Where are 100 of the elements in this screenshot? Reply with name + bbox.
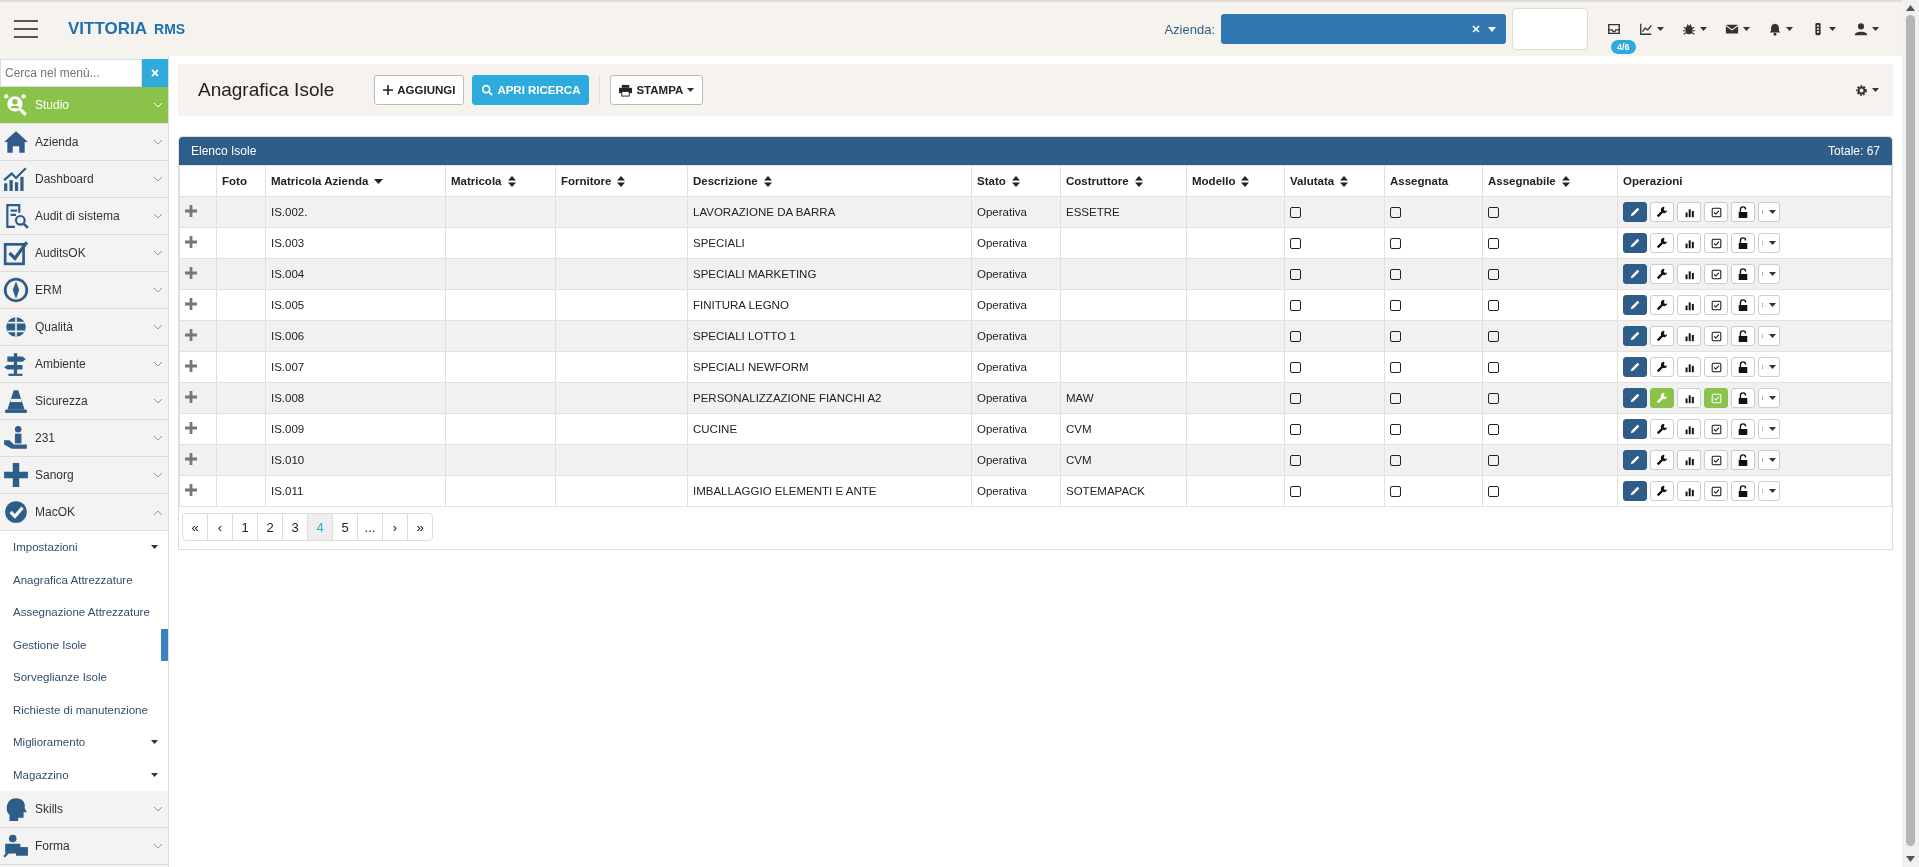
submenu-item[interactable]: Richieste di manutenzione: [0, 693, 168, 726]
more-menu[interactable]: [1758, 357, 1780, 377]
page-link[interactable]: 2: [257, 513, 283, 541]
checklist-button[interactable]: [1704, 233, 1728, 253]
edit-button[interactable]: [1623, 388, 1647, 408]
more-menu[interactable]: [1758, 419, 1780, 439]
edit-button[interactable]: [1623, 357, 1647, 377]
checkbox[interactable]: [1488, 269, 1499, 281]
checklist-button[interactable]: [1704, 326, 1728, 346]
unlock-button[interactable]: [1731, 326, 1755, 346]
more-menu[interactable]: [1758, 388, 1780, 408]
bell-menu[interactable]: [1768, 22, 1793, 36]
page-link[interactable]: 3: [282, 513, 308, 541]
checklist-button[interactable]: [1704, 202, 1728, 222]
checkbox[interactable]: [1390, 486, 1401, 498]
unlock-button[interactable]: [1731, 233, 1755, 253]
stats-button[interactable]: [1677, 326, 1701, 346]
checklist-button[interactable]: [1704, 357, 1728, 377]
more-menu[interactable]: [1758, 264, 1780, 284]
column-header[interactable]: Descrizione: [693, 175, 772, 187]
checklist-button[interactable]: [1704, 481, 1728, 501]
page-link[interactable]: 1: [232, 513, 258, 541]
checklist-button[interactable]: [1704, 388, 1728, 408]
edit-button[interactable]: [1623, 264, 1647, 284]
maintenance-button[interactable]: [1650, 450, 1674, 470]
scroll-thumb[interactable]: [1906, 15, 1915, 846]
checkbox[interactable]: [1488, 424, 1499, 436]
checkbox[interactable]: [1290, 424, 1301, 436]
user-menu[interactable]: [1854, 22, 1879, 36]
checkbox[interactable]: [1390, 207, 1401, 219]
edit-button[interactable]: [1623, 202, 1647, 222]
more-menu[interactable]: [1758, 481, 1780, 501]
submenu-item[interactable]: Miglioramento: [0, 726, 168, 759]
checkbox[interactable]: [1290, 238, 1301, 250]
checkbox[interactable]: [1290, 393, 1301, 405]
stats-button[interactable]: [1677, 481, 1701, 501]
checkbox[interactable]: [1290, 300, 1301, 312]
page-link[interactable]: ...: [357, 513, 383, 541]
edit-button[interactable]: [1623, 233, 1647, 253]
column-header[interactable]: Stato: [977, 175, 1020, 187]
checkbox[interactable]: [1488, 455, 1499, 467]
checkbox[interactable]: [1488, 393, 1499, 405]
menu-icon[interactable]: [14, 19, 38, 39]
checkbox[interactable]: [1390, 362, 1401, 374]
checkbox[interactable]: [1290, 207, 1301, 219]
maintenance-button[interactable]: [1650, 419, 1674, 439]
checkbox[interactable]: [1488, 486, 1499, 498]
unlock-button[interactable]: [1731, 388, 1755, 408]
checkbox[interactable]: [1390, 300, 1401, 312]
checkbox[interactable]: [1290, 362, 1301, 374]
maintenance-button[interactable]: [1650, 326, 1674, 346]
edit-button[interactable]: [1623, 419, 1647, 439]
submenu-item[interactable]: Anagrafica Attrezzature: [0, 563, 168, 596]
stats-button[interactable]: [1677, 295, 1701, 315]
submenu-item[interactable]: Gestione Isole: [0, 628, 168, 661]
more-menu[interactable]: [1758, 233, 1780, 253]
more-menu[interactable]: [1758, 295, 1780, 315]
page-link[interactable]: ‹: [207, 513, 233, 541]
page-link[interactable]: »: [407, 513, 433, 541]
unlock-button[interactable]: [1731, 450, 1755, 470]
search-field[interactable]: Cerca nel menù...: [0, 59, 142, 87]
maintenance-button[interactable]: [1650, 357, 1674, 377]
maintenance-button[interactable]: [1650, 264, 1674, 284]
page-link[interactable]: ›: [382, 513, 408, 541]
submenu-item[interactable]: Magazzino: [0, 758, 168, 791]
unlock-button[interactable]: [1731, 357, 1755, 377]
edit-button[interactable]: [1623, 481, 1647, 501]
submenu-item[interactable]: Assegnazione Attrezzature: [0, 596, 168, 629]
unlock-button[interactable]: [1731, 481, 1755, 501]
stats-button[interactable]: [1677, 388, 1701, 408]
checklist-button[interactable]: [1704, 450, 1728, 470]
scrollbar[interactable]: [1902, 0, 1919, 867]
checkbox[interactable]: [1390, 331, 1401, 343]
page-link[interactable]: 5: [332, 513, 358, 541]
more-menu[interactable]: [1758, 326, 1780, 346]
stats-button[interactable]: [1677, 357, 1701, 377]
maintenance-button[interactable]: [1650, 202, 1674, 222]
checkbox[interactable]: [1290, 269, 1301, 281]
checkbox[interactable]: [1290, 486, 1301, 498]
checkbox[interactable]: [1390, 455, 1401, 467]
maintenance-button[interactable]: [1650, 295, 1674, 315]
settings-menu[interactable]: [1855, 83, 1879, 97]
bug-menu[interactable]: [1682, 22, 1707, 36]
more-menu[interactable]: [1758, 450, 1780, 470]
checkbox[interactable]: [1488, 207, 1499, 219]
submenu-item[interactable]: Impostazioni: [0, 531, 168, 564]
chart-menu[interactable]: [1639, 22, 1664, 36]
stats-button[interactable]: [1677, 202, 1701, 222]
checkbox[interactable]: [1488, 362, 1499, 374]
checklist-button[interactable]: [1704, 264, 1728, 284]
checkbox[interactable]: [1488, 331, 1499, 343]
stats-button[interactable]: [1677, 419, 1701, 439]
checkbox[interactable]: [1390, 424, 1401, 436]
checkbox[interactable]: [1290, 331, 1301, 343]
checkbox[interactable]: [1390, 393, 1401, 405]
print-button[interactable]: STAMPA: [610, 75, 704, 105]
checklist-button[interactable]: [1704, 295, 1728, 315]
edit-button[interactable]: [1623, 326, 1647, 346]
checkbox[interactable]: [1290, 455, 1301, 467]
stats-button[interactable]: [1677, 233, 1701, 253]
